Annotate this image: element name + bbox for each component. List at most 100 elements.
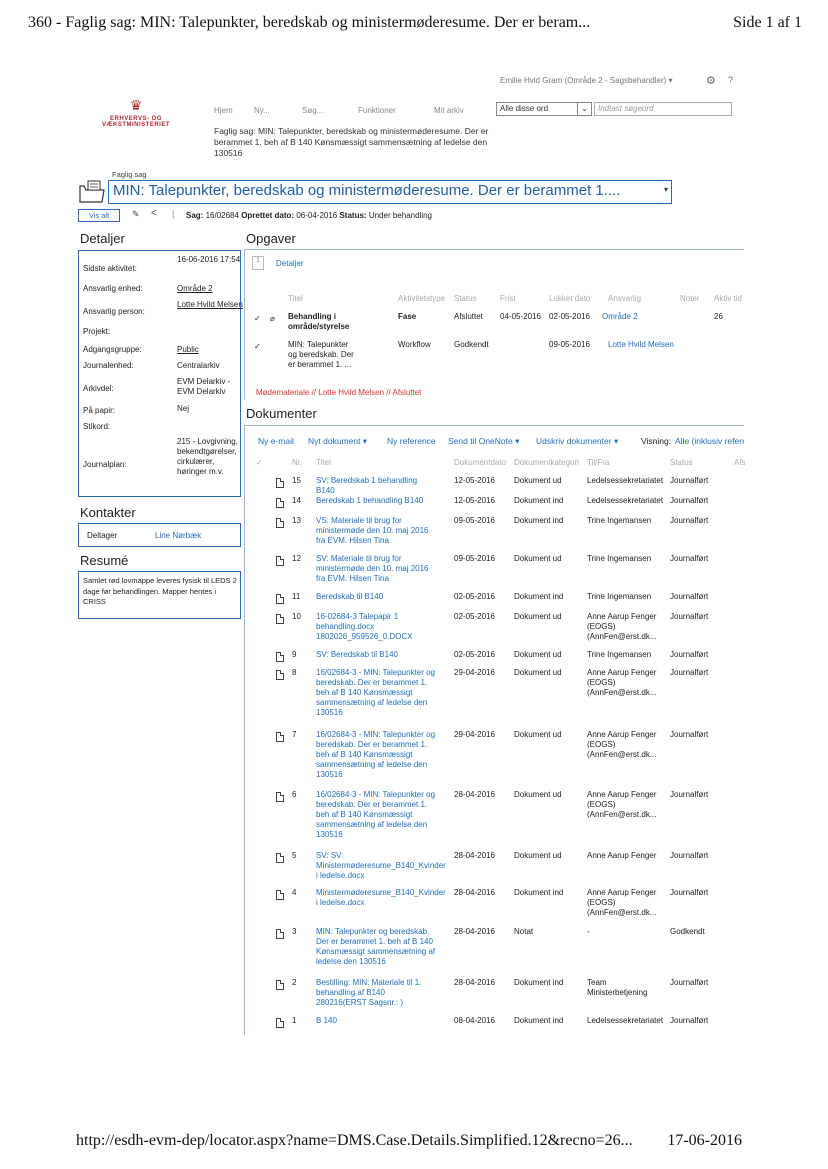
case-type-label: Faglig sag [112, 170, 147, 179]
show-all-button[interactable]: Vis alt [78, 209, 120, 222]
document-date: 28-04-2016 [454, 790, 495, 799]
task-type: Fase [398, 312, 417, 321]
print-header: 360 - Faglig sag: MIN: Talepunkter, bere… [28, 14, 818, 32]
column-header: Titel [316, 458, 331, 467]
details-value: EVM Delarkiv - EVM Delarkiv [177, 377, 231, 396]
table-row[interactable]: 6 16/02684-3 - MIN: Talepunkter og bereds… [244, 790, 744, 839]
document-status: Journalført [670, 516, 709, 525]
document-title[interactable]: 16-02684-3 Talepapir 1 behandling.docx 1… [316, 612, 436, 642]
table-row[interactable]: 4 Ministermøderesume_B140_Kvinder i ledel… [244, 888, 744, 917]
table-row[interactable]: 5 SV: SV: Ministermøderesume_B140_Kvinder… [244, 851, 744, 880]
document-title[interactable]: Ministermøderesume_B140_Kvinder i ledels… [316, 888, 446, 908]
document-icon [276, 518, 284, 528]
send-to-onenote-button[interactable]: Send til OneNote ▾ [448, 436, 519, 447]
task-owner[interactable]: Lotte Hvild Melsen [608, 340, 674, 350]
nav-home[interactable]: Hjem [214, 106, 233, 115]
document-title[interactable]: SV: SV: Ministermøderesume_B140_Kvinder … [316, 851, 446, 881]
ministry-logo: ♛ ERHVERVS- OG VÆKSTMINISTERIET [76, 98, 196, 128]
task-owner[interactable]: Område 2 [602, 312, 638, 322]
column-header: Dokumentkategori [514, 458, 579, 467]
search-scope-select[interactable]: Alle disse ord ⌄ [496, 102, 592, 116]
column-header: Ansvarlig [608, 294, 641, 303]
document-title[interactable]: 16/02684-3 - MIN: Talepunkter og beredsk… [316, 668, 436, 718]
document-title[interactable]: SV: Materiale til brug for ministermøde … [316, 554, 436, 584]
document-icon [276, 498, 284, 508]
pin-icon[interactable]: ✎ [132, 209, 140, 220]
task-title[interactable]: Behandling i område/styrelse [288, 312, 392, 332]
new-email-button[interactable]: Ny e-mail [258, 436, 294, 446]
column-header: Titel [288, 294, 303, 303]
document-icon [276, 853, 284, 863]
document-title[interactable]: MIN: Talepunkter og beredskab. Der er be… [316, 927, 436, 967]
document-title[interactable]: SV: Beredskab 1 behandling B140 [316, 476, 436, 496]
document-date: 09-05-2016 [454, 554, 495, 563]
document-title[interactable]: Beredskab til B140 [316, 592, 436, 602]
nav-search[interactable]: Søg... [302, 106, 323, 115]
details-value[interactable]: Område 2 [177, 284, 247, 294]
chevron-down-icon[interactable]: ⌄ [577, 103, 591, 115]
details-key: Adgangsgruppe: [83, 345, 142, 354]
nav-functions[interactable]: Funktioner [358, 106, 396, 115]
sag-number: 16/02684 [205, 211, 239, 220]
document-title[interactable]: 16/02684-3 - MIN: Talepunkter og beredsk… [316, 790, 436, 840]
table-row[interactable]: 15 SV: Beredskab 1 behandling B140 12-05-2… [244, 476, 744, 495]
document-status: Journalført [670, 730, 709, 739]
table-row[interactable]: 7 16/02684-3 - MIN: Talepunkter og bereds… [244, 730, 744, 779]
table-row[interactable]: 2 Bestilling: MIN: Materiale til 1. behan… [244, 978, 744, 1007]
documents-toolbar: Ny e-mail Nyt dokument ▾ Ny reference Se… [244, 436, 744, 448]
table-row[interactable]: 8 16/02684-3 - MIN: Talepunkter og bereds… [244, 668, 744, 717]
check-icon: ✓ [254, 342, 261, 351]
contact-role: Deltager [87, 531, 118, 540]
search-input[interactable]: Indtast søgeord [594, 102, 732, 116]
crown-icon: ♛ [129, 97, 143, 113]
table-row[interactable]: 10 16-02684-3 Talepapir 1 behandling.docx… [244, 612, 744, 641]
row-number: 9 [292, 650, 297, 659]
details-value: 16-06-2016 17:54 [177, 255, 241, 264]
document-category: Dokument ud [514, 851, 562, 860]
table-row[interactable]: 14 Beredskab 1 behandling B140 12-05-2016 D… [244, 496, 744, 508]
document-title[interactable]: B 140 [316, 1016, 436, 1026]
task-footnote: Mødemateriale // Lotte Hvild Melsen // A… [256, 388, 422, 397]
new-document-button[interactable]: Nyt dokument ▾ [308, 436, 367, 447]
nav-new[interactable]: Ny... [254, 106, 270, 115]
tab-details[interactable]: Detaljer [276, 259, 304, 268]
document-party: Trine Ingemansen [587, 592, 652, 601]
document-title[interactable]: 16/02684-3 - MIN: Talepunkter og beredsk… [316, 730, 436, 780]
user-menu[interactable]: Emilie Hvid Gram (Område 2 - Sagsbehandl… [500, 74, 750, 87]
print-documents-button[interactable]: Udskriv dokumenter ▾ [536, 436, 618, 447]
table-row[interactable]: 3 MIN: Talepunkter og beredskab. Der er b… [244, 927, 744, 966]
document-status: Journalført [670, 790, 709, 799]
nav-my-archive[interactable]: Mit arkiv [434, 106, 464, 115]
details-tab-icon[interactable]: 1 [252, 256, 264, 270]
document-party: Anne Aarup Fenger [587, 851, 657, 860]
table-row[interactable]: 1 B 140 08-04-2016 Dokument ind Ledelsessekr… [244, 1016, 744, 1028]
gear-icon[interactable]: ⚙ [706, 74, 716, 87]
document-date: 29-04-2016 [454, 668, 495, 677]
document-category: Notat [514, 927, 534, 936]
new-reference-button[interactable]: Ny reference [387, 436, 436, 446]
column-header: Dokumentdato [454, 458, 507, 467]
document-party: Team Ministerbetjening [587, 978, 648, 997]
created-date: 06-04-2016 [296, 211, 338, 220]
check-icon[interactable]: ✓ [256, 458, 263, 468]
user-name[interactable]: Emilie Hvid Gram (Område 2 - Sagsbehandl… [500, 76, 673, 85]
chevron-down-icon[interactable]: ▾ [664, 185, 668, 194]
help-icon[interactable]: ? [728, 75, 733, 85]
task-title[interactable]: MIN: Talepunkter og beredskab. Der er be… [288, 340, 356, 370]
table-row[interactable]: 11 Beredskab til B140 02-05-2016 Dokument i… [244, 592, 744, 604]
document-title[interactable]: VS: Materiale til brug for ministermøde … [316, 516, 436, 546]
table-row[interactable]: 12 SV: Materiale til brug for ministermød… [244, 554, 744, 583]
case-title[interactable]: MIN: Talepunkter, beredskab og ministerm… [108, 180, 672, 204]
table-row[interactable]: 13 VS: Materiale til brug for ministermød… [244, 516, 744, 545]
contact-name[interactable]: Line Nørbæk [155, 531, 201, 540]
document-title[interactable]: Beredskab 1 behandling B140 [316, 496, 436, 506]
share-icon[interactable]: < [151, 208, 157, 219]
document-date: 02-05-2016 [454, 650, 495, 659]
document-title[interactable]: Bestilling: MIN: Materiale til 1. behand… [316, 978, 436, 1008]
details-value[interactable]: Public [177, 345, 247, 355]
view-select[interactable]: Alle (inklusiv referer [675, 436, 744, 446]
document-title[interactable]: SV: Beredskab til B140 [316, 650, 436, 660]
column-header: Aktiv tid [714, 294, 743, 303]
table-row[interactable]: 9 SV: Beredskab til B140 02-05-2016 Dokumen… [244, 650, 744, 662]
document-category: Dokument ud [514, 612, 562, 621]
